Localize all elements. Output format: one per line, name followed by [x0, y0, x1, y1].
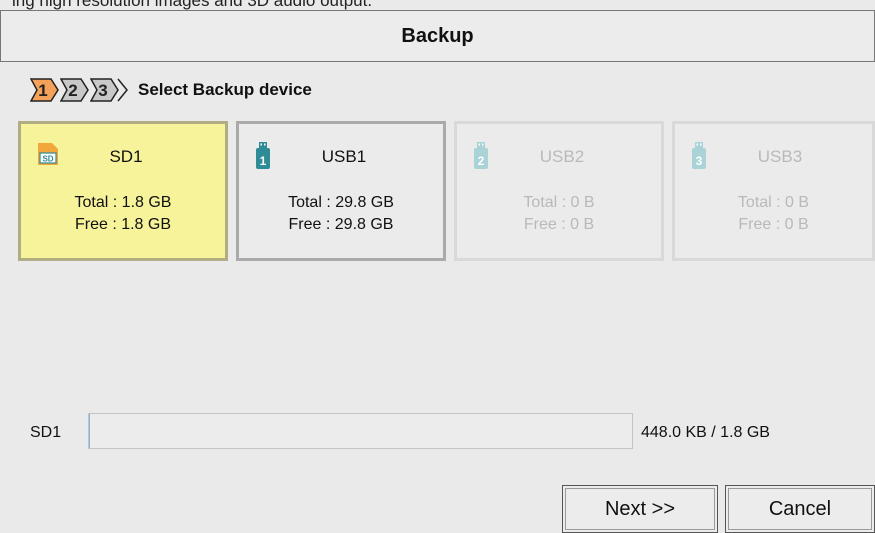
device-card-sd1[interactable]: SD SD1 Total : 1.8 GB Free : 1.8 GB: [18, 121, 228, 261]
device-free: Free : 29.8 GB: [239, 216, 443, 234]
svg-text:SD: SD: [42, 155, 53, 164]
svg-text:2: 2: [478, 154, 485, 168]
usb-drive-2-icon: 2: [473, 142, 489, 175]
progress-device-label: SD1: [30, 424, 61, 442]
device-name: USB1: [299, 147, 389, 167]
progress-usage-text: 448.0 KB / 1.8 GB: [641, 424, 770, 442]
device-free: Free : 0 B: [457, 216, 661, 234]
wizard-step-number: 3: [92, 81, 114, 101]
chevron-right-icon: [116, 78, 130, 102]
svg-text:3: 3: [696, 154, 703, 168]
svg-text:1: 1: [260, 154, 267, 168]
device-free: Free : 1.8 GB: [21, 216, 225, 234]
sd-card-icon: SD: [37, 142, 59, 171]
device-card-usb2: 2 USB2 Total : 0 B Free : 0 B: [454, 121, 664, 261]
wizard-step-1: 1: [30, 78, 58, 102]
device-total: Total : 29.8 GB: [239, 194, 443, 212]
device-card-usb3: 3 USB3 Total : 0 B Free : 0 B: [672, 121, 875, 261]
wizard-step-number: 1: [32, 81, 54, 101]
next-button[interactable]: Next >>: [562, 485, 718, 533]
device-total: Total : 0 B: [675, 194, 872, 212]
wizard-step-3: 3: [90, 78, 118, 102]
usb-drive-1-icon: 1: [255, 142, 271, 175]
device-name: SD1: [81, 147, 171, 167]
wizard-step-label: Select Backup device: [138, 80, 312, 100]
device-free: Free : 0 B: [675, 216, 872, 234]
dialog-title-bar: Backup: [0, 10, 875, 62]
device-card-usb1[interactable]: 1 USB1 Total : 29.8 GB Free : 29.8 GB: [236, 121, 446, 261]
device-name: USB3: [735, 147, 825, 167]
usb-drive-3-icon: 3: [691, 142, 707, 175]
device-name: USB2: [517, 147, 607, 167]
wizard-steps: 1 2 3 Select Backup device: [30, 77, 312, 103]
backup-progress-bar: [88, 413, 633, 449]
device-total: Total : 0 B: [457, 194, 661, 212]
dialog-title: Backup: [401, 25, 473, 48]
wizard-step-number: 2: [62, 81, 84, 101]
wizard-step-2: 2: [60, 78, 88, 102]
wizard-step-end-chevron: [116, 78, 130, 102]
device-total: Total : 1.8 GB: [21, 194, 225, 212]
cancel-button[interactable]: Cancel: [725, 485, 875, 533]
